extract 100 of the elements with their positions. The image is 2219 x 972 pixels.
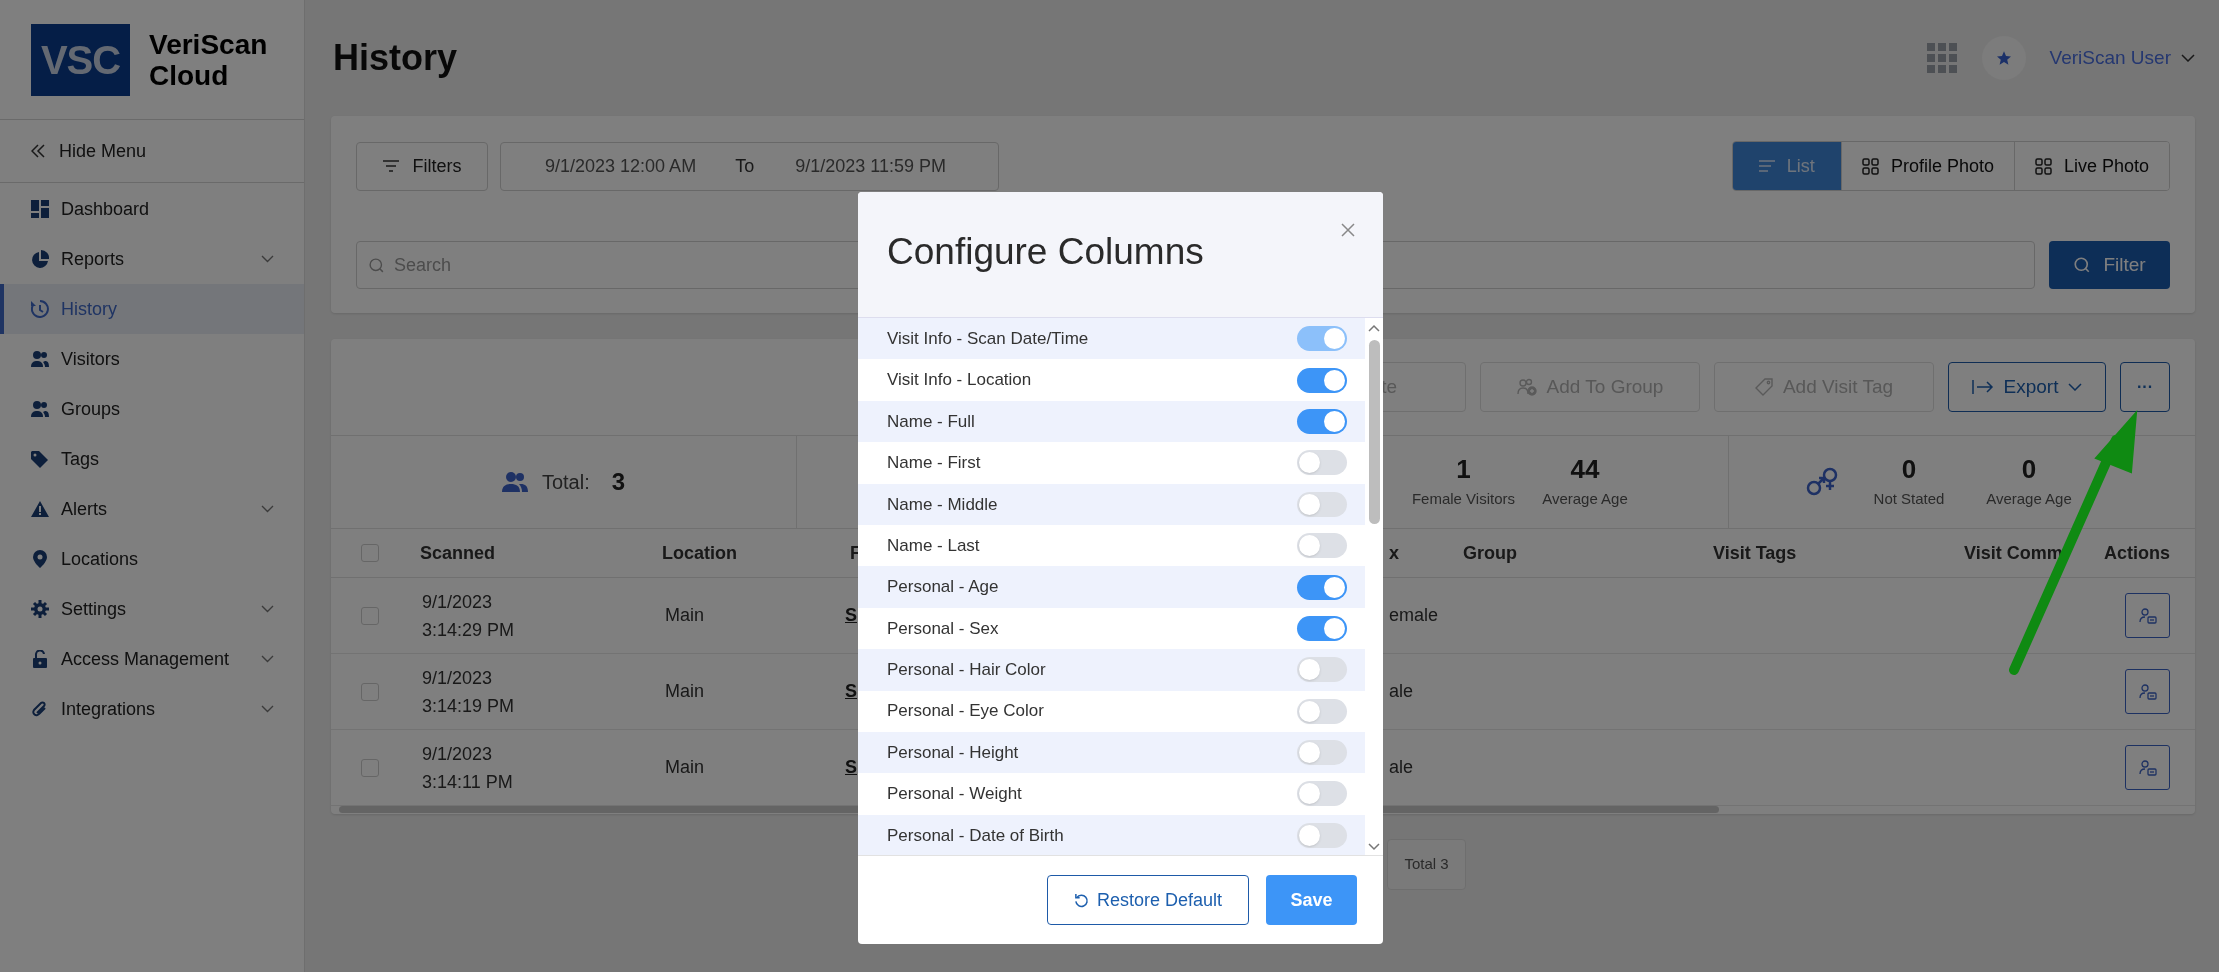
toggle-switch[interactable] bbox=[1297, 615, 1347, 641]
table-cell: Main bbox=[665, 681, 704, 702]
visitor-action-button[interactable] bbox=[2125, 669, 2170, 715]
stat-value: 1 bbox=[1456, 453, 1471, 484]
to-label: To bbox=[735, 154, 755, 178]
gear-icon bbox=[31, 600, 49, 618]
sidebar-item[interactable]: Dashboard bbox=[0, 184, 304, 234]
chevron-down-icon bbox=[2068, 382, 2083, 391]
filters-button[interactable]: Filters bbox=[356, 141, 488, 191]
toggle-switch[interactable] bbox=[1297, 822, 1347, 848]
list-icon bbox=[1758, 159, 1775, 173]
hide-menu-button[interactable]: Hide Menu bbox=[0, 120, 304, 183]
sidebar-item[interactable]: Visitors bbox=[0, 334, 304, 384]
table-cell-text: 9/1/2023 3:14:29 PM bbox=[421, 590, 516, 642]
gender-icon bbox=[1805, 466, 1839, 498]
chevron-down-icon bbox=[261, 255, 274, 263]
stat-value: 0 bbox=[1901, 453, 1917, 484]
sidebar-item[interactable]: Alerts bbox=[0, 484, 304, 534]
table-cell-text: 9/1/2023 3:14:19 PM bbox=[421, 666, 516, 718]
location-pin-icon bbox=[31, 550, 49, 568]
user-menu[interactable]: VeriScan User bbox=[2049, 43, 2195, 73]
stat-label: Average Age bbox=[1986, 488, 2072, 509]
table-cell: ale bbox=[1389, 757, 1414, 778]
toggle-switch[interactable] bbox=[1297, 491, 1347, 517]
toggle-switch[interactable] bbox=[1297, 574, 1347, 600]
sidebar-item[interactable]: Integrations bbox=[0, 684, 304, 734]
apps-grid-icon[interactable] bbox=[1926, 42, 1958, 74]
sidebar-item[interactable]: History bbox=[0, 284, 304, 334]
chevron-down-icon bbox=[261, 655, 274, 663]
save-button[interactable]: Save bbox=[1266, 875, 1357, 925]
stat-label: Average Age bbox=[1542, 488, 1628, 509]
toggle-switch[interactable] bbox=[1297, 408, 1347, 434]
name-link[interactable]: S bbox=[845, 605, 857, 626]
total-count: 3 bbox=[611, 467, 626, 497]
export-icon bbox=[1971, 378, 1994, 395]
restore-default-button[interactable]: Restore Default bbox=[1047, 875, 1249, 925]
stat-label: Not Stated bbox=[1873, 488, 1945, 509]
grid-icon bbox=[1861, 157, 1879, 175]
grid-icon bbox=[2034, 157, 2052, 175]
sidebar-item[interactable]: Groups bbox=[0, 384, 304, 434]
search-icon bbox=[368, 257, 385, 274]
scrollbar-thumb[interactable] bbox=[1368, 340, 1380, 524]
chevron-up-icon[interactable] bbox=[1368, 324, 1380, 334]
visitor-action-button[interactable] bbox=[2125, 593, 2170, 639]
sidebar-item[interactable]: Tags bbox=[0, 434, 304, 484]
column-name: Personal - Height bbox=[887, 741, 1019, 764]
sidebar-item[interactable]: Reports bbox=[0, 234, 304, 284]
toggle-switch[interactable] bbox=[1297, 740, 1347, 766]
toggle-switch[interactable] bbox=[1297, 781, 1347, 807]
close-icon[interactable] bbox=[1340, 222, 1356, 238]
chevron-down-icon[interactable] bbox=[1368, 841, 1380, 851]
column-name: Personal - Date of Birth bbox=[887, 824, 1064, 847]
checkbox[interactable] bbox=[361, 544, 379, 563]
filter-lines-icon bbox=[382, 160, 399, 172]
toggle-switch[interactable] bbox=[1297, 450, 1347, 476]
column-name: Personal - Sex bbox=[887, 617, 999, 640]
people-icon bbox=[501, 471, 528, 493]
column-name: Personal - Hair Color bbox=[887, 659, 1046, 682]
star-icon bbox=[1995, 50, 2012, 66]
toggle-switch[interactable] bbox=[1297, 657, 1347, 683]
tag-icon bbox=[1754, 377, 1773, 396]
visitor-action-button[interactable] bbox=[2125, 745, 2170, 791]
tag-icon bbox=[31, 450, 49, 468]
column-header: Group bbox=[1462, 541, 1518, 565]
total-count: Total 3 bbox=[1387, 839, 1466, 890]
people-icon bbox=[31, 400, 49, 418]
view-tab[interactable]: Live Photo bbox=[2013, 142, 2169, 190]
toggle-switch[interactable] bbox=[1297, 533, 1347, 559]
name-link[interactable]: S bbox=[845, 681, 857, 702]
paperclip-icon bbox=[31, 700, 49, 718]
checkbox[interactable] bbox=[361, 682, 379, 701]
total-label: Total: bbox=[541, 470, 590, 495]
toggle-switch[interactable] bbox=[1297, 698, 1347, 724]
brand-name: VeriScan Cloud bbox=[149, 28, 269, 91]
column-name: Name - First bbox=[887, 452, 981, 475]
column-name: Personal - Eye Color bbox=[887, 700, 1044, 723]
sidebar-item[interactable]: Settings bbox=[0, 584, 304, 634]
person-card-icon bbox=[2138, 758, 2157, 777]
name-link[interactable]: S bbox=[845, 757, 857, 778]
export-button[interactable]: Export bbox=[1948, 361, 2106, 412]
column-name: Name - Last bbox=[887, 534, 980, 557]
table-cell-text: 9/1/2023 3:14:11 PM bbox=[421, 742, 514, 794]
sidebar-item[interactable]: Access Management bbox=[0, 634, 304, 684]
date-range-field[interactable]: 9/1/2023 12:00 AM To 9/1/2023 11:59 PM bbox=[500, 141, 999, 191]
warning-icon bbox=[31, 500, 49, 518]
table-cell: ale bbox=[1389, 681, 1414, 702]
person-card-icon bbox=[2138, 606, 2157, 625]
stat-value: 44 bbox=[1570, 453, 1600, 484]
search-icon bbox=[2073, 256, 2092, 274]
sidebar-item[interactable]: Locations bbox=[0, 534, 304, 584]
toggle-switch[interactable] bbox=[1297, 367, 1347, 393]
chevron-down-icon bbox=[261, 705, 274, 713]
more-button[interactable]: ··· bbox=[2120, 361, 2170, 412]
column-name: Personal - Weight bbox=[887, 783, 1022, 806]
checkbox[interactable] bbox=[361, 758, 379, 777]
filter-button[interactable]: Filter bbox=[2049, 241, 2170, 289]
chevron-down-icon bbox=[261, 505, 274, 513]
column-name: Name - Middle bbox=[887, 493, 998, 516]
padlock-icon bbox=[31, 650, 49, 668]
checkbox[interactable] bbox=[361, 606, 379, 625]
